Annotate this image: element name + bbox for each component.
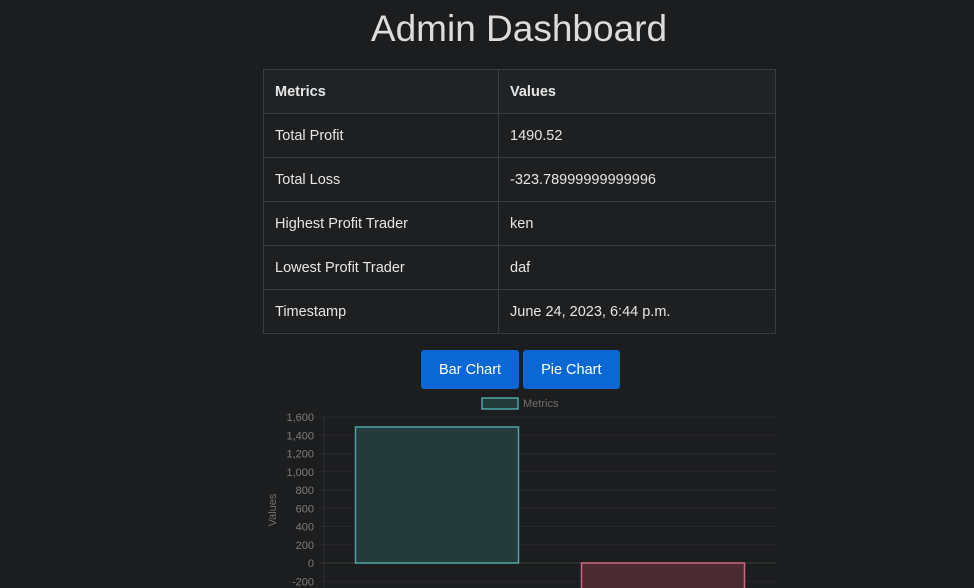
pie-chart-button[interactable]: Pie Chart bbox=[523, 350, 620, 389]
bar-total-loss[interactable] bbox=[580, 562, 746, 588]
y-tick-label: -200 bbox=[292, 576, 314, 588]
metric-name: Highest Profit Trader bbox=[263, 201, 499, 246]
metric-value: June 24, 2023, 6:44 p.m. bbox=[498, 289, 776, 334]
page-title: Admin Dashboard bbox=[370, 8, 668, 49]
column-header-metrics: Metrics bbox=[263, 69, 499, 114]
y-tick-label: 400 bbox=[296, 522, 314, 534]
y-tick-label: 1,600 bbox=[286, 412, 314, 424]
y-tick-label: 200 bbox=[296, 540, 314, 552]
metric-value: -323.78999999999996 bbox=[498, 157, 776, 202]
y-tick-label: 0 bbox=[308, 558, 314, 570]
table-row: Lowest Profit Trader daf bbox=[263, 245, 776, 290]
y-tick-label: 1,200 bbox=[286, 449, 314, 461]
y-tick-label: 1,400 bbox=[286, 430, 314, 442]
legend-swatch bbox=[481, 397, 519, 410]
table-row: Total Loss -323.78999999999996 bbox=[263, 157, 776, 202]
bar-chart-button[interactable]: Bar Chart bbox=[421, 350, 520, 389]
metric-value: ken bbox=[498, 201, 776, 246]
y-tick-label: 800 bbox=[296, 485, 314, 497]
table-row: Total Profit 1490.52 bbox=[263, 113, 776, 158]
column-header-values: Values bbox=[498, 69, 776, 114]
y-axis-label: Values bbox=[267, 493, 279, 526]
metric-value: daf bbox=[498, 245, 776, 290]
metric-name: Lowest Profit Trader bbox=[263, 245, 499, 290]
y-tick-label: 1,000 bbox=[286, 467, 314, 479]
table-row: Highest Profit Trader ken bbox=[263, 201, 776, 246]
table-header-row: Metrics Values bbox=[263, 69, 776, 114]
bar-total-profit[interactable] bbox=[354, 426, 520, 564]
y-axis-ticks: 1,600 1,400 1,200 1,000 800 600 400 200 0 -200 bbox=[286, 412, 314, 588]
metric-value: 1490.52 bbox=[498, 113, 776, 158]
chart-toggle-buttons: Bar Chart Pie Chart bbox=[421, 350, 620, 389]
metric-name: Total Loss bbox=[263, 157, 499, 202]
metrics-table: Metrics Values Total Profit 1490.52 Tota… bbox=[263, 69, 776, 334]
metric-name: Timestamp bbox=[263, 289, 499, 334]
chart-legend: Metrics bbox=[481, 397, 559, 410]
legend-label: Metrics bbox=[523, 398, 559, 410]
page: Admin Dashboard Metrics Values Total Pro… bbox=[0, 0, 974, 588]
chart-bars bbox=[354, 426, 746, 588]
table-row: Timestamp June 24, 2023, 6:44 p.m. bbox=[263, 289, 776, 334]
bar-chart: 1,600 1,400 1,200 1,000 800 600 400 200 0 -200 Me… bbox=[267, 397, 776, 588]
y-tick-label: 600 bbox=[296, 503, 314, 515]
metric-name: Total Profit bbox=[263, 113, 499, 158]
